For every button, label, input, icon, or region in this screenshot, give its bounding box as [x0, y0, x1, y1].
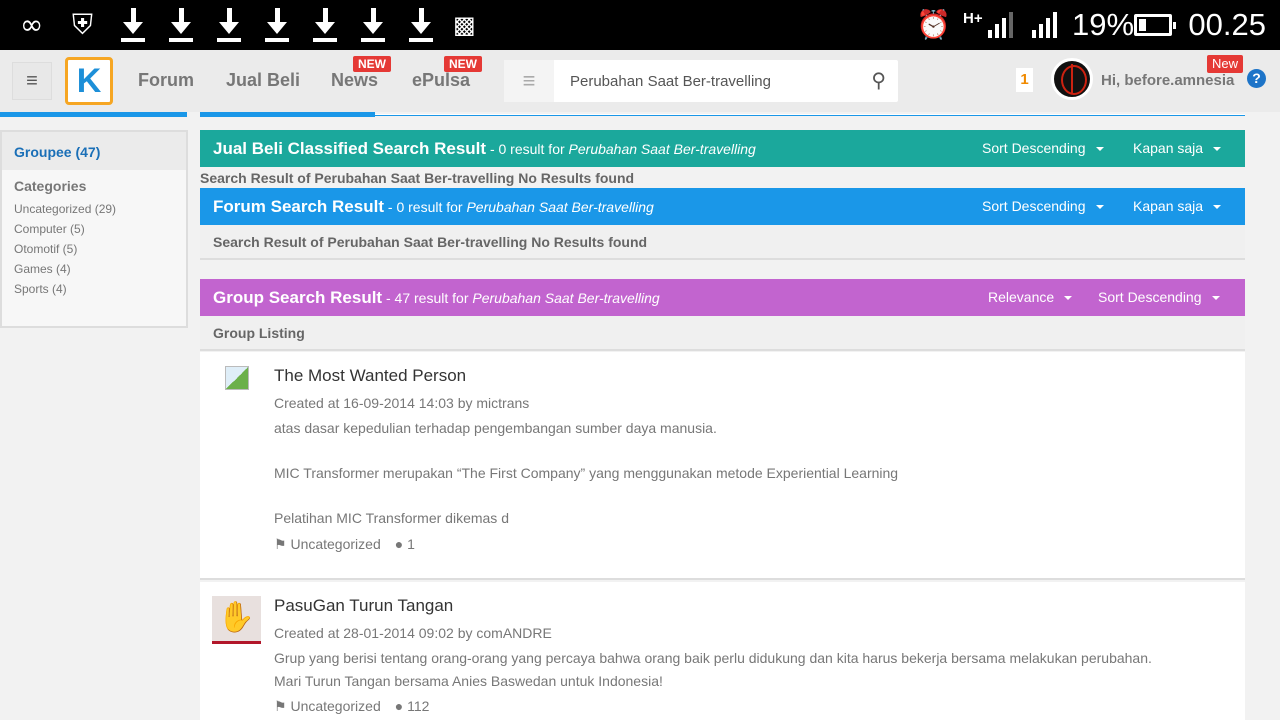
new-badge: NEW [444, 56, 482, 72]
help-icon[interactable]: ? [1247, 69, 1266, 88]
tab-strip [0, 112, 1280, 118]
battery-icon [1134, 14, 1176, 36]
group-item: ✋ PasuGan Turun Tangan Created at 28-01-… [200, 582, 1245, 720]
download-icon [216, 8, 242, 42]
new-badge: NEW [353, 56, 391, 72]
sort-dropdown[interactable]: Sort Descending [1098, 279, 1220, 316]
group-listing-label: Group Listing [200, 316, 1245, 351]
avatar[interactable] [1051, 58, 1093, 100]
category-item[interactable]: Uncategorized (29) [2, 199, 186, 219]
network-type: H+ [963, 10, 983, 27]
search-icon[interactable]: ⚲ [871, 68, 886, 93]
user-icon: ● [394, 698, 408, 714]
query: Perubahan Saat Ber-travelling [472, 290, 660, 306]
group-description: Pelatihan MIC Transformer dikemas d [274, 510, 509, 526]
download-icon [360, 8, 386, 42]
sidebar: Groupee (47) Categories Uncategorized (2… [0, 130, 188, 328]
group-category[interactable]: Uncategorized [290, 698, 380, 714]
tags-icon: ⚑ [274, 698, 291, 714]
shield-icon: ⛨ [72, 8, 94, 41]
hamburger-icon[interactable]: ≡ [12, 62, 52, 100]
group-description: Grup yang berisi tentang orang-orang yan… [274, 650, 1152, 666]
query: Perubahan Saat Ber-travelling [568, 141, 756, 157]
category-item[interactable]: Sports (4) [2, 279, 186, 299]
sort-dropdown[interactable]: Sort Descending [982, 188, 1104, 225]
categories-title: Categories [14, 178, 87, 194]
nav-epulsa[interactable]: ePulsa [412, 70, 470, 91]
user-icon: ● [394, 536, 408, 552]
group-category[interactable]: Uncategorized [290, 536, 380, 552]
group-created: Created at 28-01-2014 09:02 by comANDRE [274, 625, 552, 641]
category-item[interactable]: Computer (5) [2, 219, 186, 239]
clock: 00.25 [1188, 7, 1266, 42]
download-icon [168, 8, 194, 42]
search-input[interactable] [560, 60, 850, 102]
group-created: Created at 16-09-2014 14:03 by mictrans [274, 395, 530, 411]
sort-dropdown[interactable]: Sort Descending [982, 130, 1104, 167]
group-thumbnail[interactable] [225, 366, 249, 390]
no-results-text: Search Result of Perubahan Saat Ber-trav… [200, 225, 1245, 260]
download-icon [408, 8, 434, 42]
download-icon [312, 8, 338, 42]
nav-forum[interactable]: Forum [138, 70, 194, 91]
member-count: 1 [407, 536, 415, 552]
group-title[interactable]: The Most Wanted Person [274, 366, 466, 386]
group-thumbnail[interactable]: ✋ [212, 596, 261, 644]
search-box: ≡ ⚲ [504, 60, 898, 102]
notification-count[interactable]: 1 [1016, 68, 1033, 92]
app-notification-icon: ∞ [20, 8, 44, 41]
alarm-icon: ⏰ [916, 8, 951, 41]
top-nav: ≡ K Forum Jual Beli News NEW ePulsa NEW … [0, 50, 1280, 112]
new-badge: New [1207, 55, 1244, 73]
group-description: atas dasar kepedulian terhadap pengemban… [274, 420, 717, 436]
jualbeli-result-header: Jual Beli Classified Search Result - 0 r… [200, 130, 1245, 167]
time-dropdown[interactable]: Kapan saja [1133, 130, 1221, 167]
no-results-text: Search Result of Perubahan Saat Ber-trav… [200, 170, 635, 186]
kaskus-logo[interactable]: K [65, 57, 113, 105]
group-item: The Most Wanted Person Created at 16-09-… [200, 352, 1245, 580]
nav-news[interactable]: News [331, 70, 378, 91]
bbm-icon: ▩ [453, 11, 476, 39]
result-count: - 0 result for [486, 141, 569, 157]
download-icon [120, 8, 146, 42]
category-item[interactable]: Otomotif (5) [2, 239, 186, 259]
section-title: Jual Beli Classified Search Result [213, 139, 487, 158]
member-count: 112 [407, 698, 430, 714]
time-dropdown[interactable]: Kapan saja [1133, 188, 1221, 225]
result-count: - 47 result for [382, 290, 473, 306]
signal-icon [1032, 12, 1057, 38]
relevance-dropdown[interactable]: Relevance [988, 279, 1072, 316]
signal-icon [988, 12, 1013, 38]
group-description: Mari Turun Tangan bersama Anies Baswedan… [274, 673, 663, 689]
status-bar: ∞ ⛨ ▩ ⏰ H+ 19% 00.25 [0, 0, 1280, 50]
section-title: Forum Search Result [213, 197, 384, 216]
group-description: MIC Transformer merupakan “The First Com… [274, 465, 899, 481]
search-filter-icon[interactable]: ≡ [504, 60, 554, 102]
battery-percent: 19% [1072, 7, 1135, 42]
sidebar-groupee[interactable]: Groupee (47) [2, 132, 186, 170]
query: Perubahan Saat Ber-travelling [466, 199, 654, 215]
download-icon [264, 8, 290, 42]
category-item[interactable]: Games (4) [2, 259, 186, 279]
forum-result-header: Forum Search Result - 0 result for Perub… [200, 188, 1245, 225]
result-count: - 0 result for [384, 199, 467, 215]
tags-icon: ⚑ [274, 536, 291, 552]
nav-jual-beli[interactable]: Jual Beli [226, 70, 300, 91]
user-greeting[interactable]: Hi, before.amnesia [1101, 72, 1234, 89]
group-result-header: Group Search Result - 47 result for Peru… [200, 279, 1245, 316]
group-title[interactable]: PasuGan Turun Tangan [274, 596, 453, 616]
section-title: Group Search Result [213, 288, 383, 307]
